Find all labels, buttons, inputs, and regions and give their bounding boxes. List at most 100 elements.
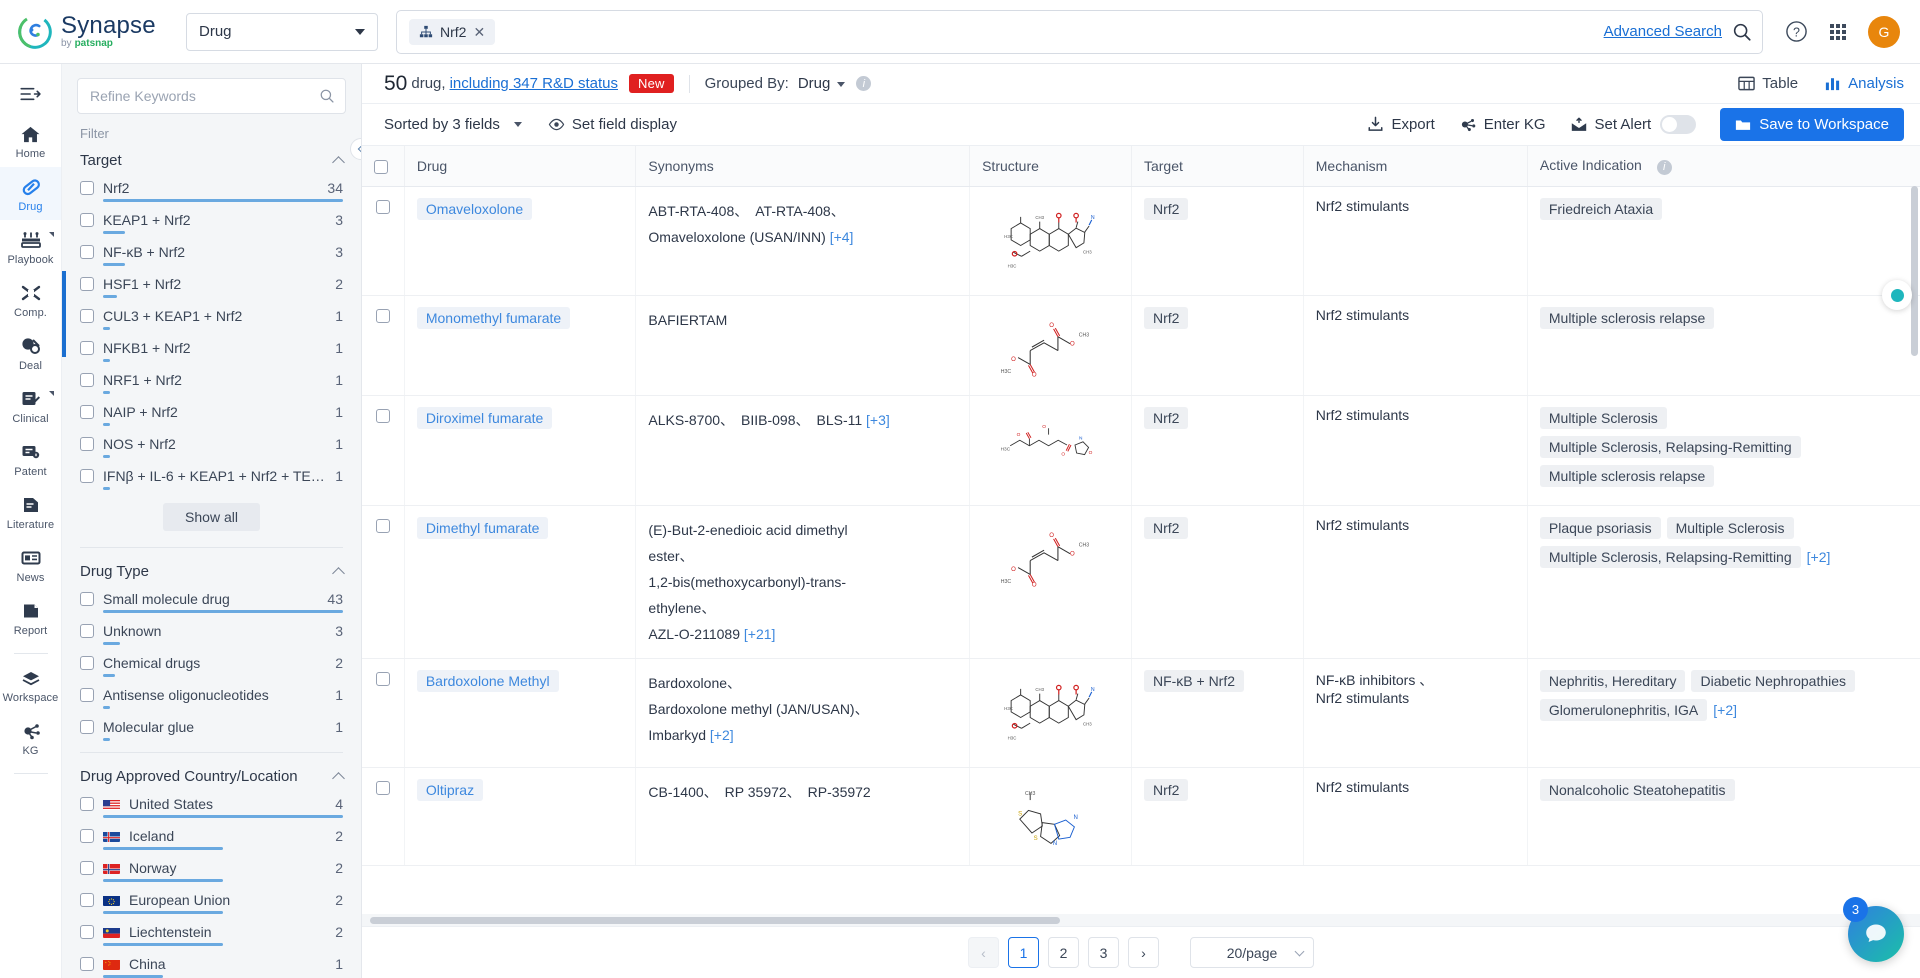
rd-status-link[interactable]: including 347 R&D status — [450, 75, 618, 92]
target-tag[interactable]: Nrf2 — [1143, 307, 1189, 330]
next-page-button[interactable]: › — [1128, 937, 1159, 968]
row-checkbox[interactable] — [375, 671, 390, 686]
target-tag[interactable]: Nrf2 — [1143, 406, 1189, 429]
structure-cell[interactable]: O O O O CH3 H3C — [969, 505, 1132, 659]
rail-collapse-toggle[interactable] — [0, 74, 61, 114]
indications-more-link[interactable]: [+2] — [1807, 549, 1831, 565]
vertical-scrollbar[interactable] — [1911, 186, 1918, 898]
filter-option[interactable]: Small molecule drug 43 — [80, 588, 343, 620]
filter-checkbox[interactable] — [80, 469, 94, 483]
filter-option[interactable]: NFKB1 + Nrf2 1 — [80, 337, 343, 369]
filter-group-header[interactable]: Drug Type — [80, 558, 345, 588]
structure-cell[interactable]: O O O O N H3C — [969, 395, 1132, 506]
row-checkbox[interactable] — [375, 781, 390, 796]
search-chip-nrf2[interactable]: Nrf2 ✕ — [409, 18, 496, 45]
filter-checkbox[interactable] — [80, 181, 94, 195]
filter-option[interactable]: Iceland 2 — [80, 825, 343, 857]
prev-page-button[interactable]: ‹ — [968, 937, 999, 968]
sidebar-item-kg[interactable]: KG — [0, 711, 61, 764]
filter-group-header[interactable]: Drug Approved Country/Location — [80, 763, 345, 793]
filter-group-header[interactable]: Target — [80, 147, 345, 177]
drug-name-link[interactable]: Dimethyl fumarate — [416, 516, 549, 539]
set-alert-toggle[interactable] — [1660, 115, 1697, 134]
column-header-drug[interactable]: Drug — [404, 146, 637, 187]
info-icon[interactable]: i — [1656, 159, 1672, 175]
filter-option[interactable]: Chemical drugs 2 — [80, 652, 343, 684]
filter-option[interactable]: Nrf2 34 — [80, 177, 343, 209]
column-header-mechanism[interactable]: Mechanism — [1303, 146, 1528, 187]
filter-checkbox[interactable] — [80, 437, 94, 451]
sidebar-item-report[interactable]: Report — [0, 591, 61, 644]
brand-logo-group[interactable]: Synapse by patsnap — [18, 14, 168, 49]
sorted-by-button[interactable]: Sorted by 3 fields — [384, 116, 522, 133]
filter-checkbox[interactable] — [80, 373, 94, 387]
filter-option[interactable]: United States 4 — [80, 793, 343, 825]
advanced-search-link[interactable]: Advanced Search — [1604, 23, 1722, 40]
indication-tag[interactable]: Nephritis, Hereditary — [1539, 669, 1686, 692]
show-all-button[interactable]: Show all — [163, 503, 260, 531]
search-icon[interactable] — [1732, 22, 1752, 42]
indication-tag[interactable]: Multiple Sclerosis, Relapsing-Remitting — [1539, 545, 1801, 568]
drug-name-link[interactable]: Diroximel fumarate — [416, 406, 553, 429]
target-tag[interactable]: Nrf2 — [1143, 197, 1189, 220]
row-checkbox[interactable] — [375, 518, 390, 533]
structure-cell[interactable]: N H3C CH3 CH3 H3C — [969, 658, 1132, 769]
horizontal-scrollbar-thumb[interactable] — [370, 917, 1060, 924]
filter-option[interactable]: Liechtenstein 2 — [80, 921, 343, 953]
column-header-structure[interactable]: Structure — [969, 146, 1132, 187]
structure-cell[interactable]: O O O O CH3 H3C — [969, 295, 1132, 396]
refine-keywords-box[interactable] — [77, 78, 346, 114]
sidebar-item-patent[interactable]: Patent — [0, 432, 61, 485]
filter-option[interactable]: NRF1 + Nrf2 1 — [80, 369, 343, 401]
row-checkbox[interactable] — [375, 199, 390, 214]
page-button-3[interactable]: 3 — [1088, 937, 1119, 968]
tab-table[interactable]: Table — [1738, 75, 1798, 92]
column-header-synonyms[interactable]: Synonyms — [635, 146, 971, 187]
table-row[interactable]: Diroximel fumarate ALKS-8700、 BIIB-098、 B… — [362, 395, 1920, 506]
filter-checkbox[interactable] — [80, 893, 94, 907]
filter-option[interactable]: CUL3 + KEAP1 + Nrf2 1 — [80, 305, 343, 337]
target-tag[interactable]: Nrf2 — [1143, 516, 1189, 539]
filter-option[interactable]: China 1 — [80, 953, 343, 978]
drug-name-link[interactable]: Bardoxolone Methyl — [416, 669, 559, 692]
select-all-checkbox[interactable] — [374, 159, 388, 174]
close-icon[interactable]: ✕ — [473, 25, 485, 39]
avatar[interactable]: G — [1868, 15, 1900, 48]
entity-type-select[interactable]: Drug — [186, 12, 378, 51]
table-row[interactable]: Monomethyl fumarate BAFIERTAM O O O O CH3 H3C N… — [362, 295, 1920, 396]
filter-option[interactable]: IFNβ + IL-6 + KEAP1 + Nrf2 + TET2 1 — [80, 465, 343, 497]
row-checkbox[interactable] — [375, 408, 390, 423]
indication-tag[interactable]: Multiple sclerosis relapse — [1539, 464, 1715, 487]
target-tag[interactable]: NF-κB + Nrf2 — [1143, 669, 1245, 692]
floating-assistant-button[interactable] — [1882, 280, 1912, 310]
drug-name-link[interactable]: Monomethyl fumarate — [416, 307, 571, 330]
page-button-2[interactable]: 2 — [1048, 937, 1079, 968]
apps-grid-icon[interactable] — [1830, 23, 1846, 40]
enter-kg-button[interactable]: Enter KG — [1459, 116, 1546, 133]
export-button[interactable]: Export — [1367, 116, 1435, 133]
filter-checkbox[interactable] — [80, 277, 94, 291]
filter-checkbox[interactable] — [80, 720, 94, 734]
sidebar-item-home[interactable]: Home — [0, 114, 61, 167]
synonyms-more-link[interactable]: [+4] — [830, 229, 854, 245]
filter-checkbox[interactable] — [80, 861, 94, 875]
vertical-scrollbar-thumb[interactable] — [1911, 186, 1918, 356]
search-icon[interactable] — [319, 88, 335, 104]
filter-checkbox[interactable] — [80, 405, 94, 419]
filter-option[interactable]: Antisense oligonucleotides 1 — [80, 684, 343, 716]
filter-option[interactable]: HSF1 + Nrf2 2 — [80, 273, 343, 305]
info-icon[interactable]: i — [856, 76, 872, 91]
table-row[interactable]: Omaveloxolone ABT-RTA-408、 AT-RTA-408、 Oma… — [362, 186, 1920, 297]
page-button-1[interactable]: 1 — [1008, 937, 1039, 968]
row-checkbox[interactable] — [375, 309, 390, 324]
filter-checkbox[interactable] — [80, 309, 94, 323]
tab-analysis[interactable]: Analysis — [1824, 75, 1904, 92]
sidebar-item-drug[interactable]: Drug — [0, 167, 61, 220]
filter-checkbox[interactable] — [80, 341, 94, 355]
filter-option[interactable]: KEAP1 + Nrf2 3 — [80, 209, 343, 241]
indications-more-link[interactable]: [+2] — [1713, 702, 1737, 718]
drug-name-link[interactable]: Oltipraz — [416, 779, 484, 802]
structure-cell[interactable]: S S CH3 N N — [969, 767, 1132, 866]
filter-option[interactable]: NOS + Nrf2 1 — [80, 433, 343, 465]
indication-tag[interactable]: Multiple Sclerosis — [1666, 516, 1794, 539]
